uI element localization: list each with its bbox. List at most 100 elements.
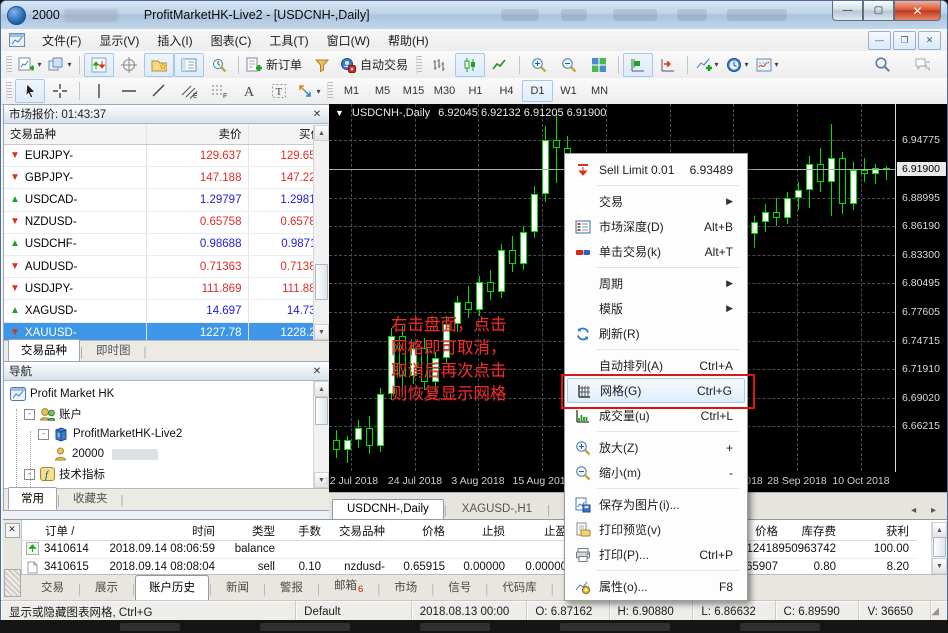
market-watch-row[interactable]: ▼NZDUSD-0.657580.65780 <box>4 212 329 234</box>
tree-expander-icon[interactable]: - <box>24 409 35 420</box>
timeframe-h4[interactable]: H4 <box>491 80 522 102</box>
tree-item-20000[interactable]: 20000 <box>4 444 329 464</box>
vline-button[interactable] <box>84 79 114 103</box>
menu-item-1[interactable]: 文件(F) <box>33 30 90 51</box>
market-watch-scrollbar[interactable]: ▲ ▼ <box>313 125 329 340</box>
timeframe-m5[interactable]: M5 <box>367 80 398 102</box>
terminal-column-3[interactable]: 类型 <box>223 522 283 540</box>
fibonacci-button[interactable]: F <box>204 79 234 103</box>
tile-windows-button[interactable] <box>584 53 614 77</box>
context-放大-z-[interactable]: 放大(Z)+ <box>565 435 747 460</box>
toolbar-grip[interactable] <box>327 82 333 100</box>
terminal-tab-交易[interactable]: 交易 <box>27 575 78 601</box>
cursor-button[interactable] <box>15 79 45 103</box>
context-市场深度-d-[interactable]: 市场深度(D)Alt+B <box>565 214 747 239</box>
chart-tab-2[interactable]: XAGUSD-,H1 <box>447 499 547 520</box>
context-打印-p-[interactable]: 打印(P)...Ctrl+P <box>565 542 747 567</box>
terminal-column-10[interactable]: 库存费 <box>786 522 844 540</box>
timeframe-m15[interactable]: M15 <box>398 80 429 102</box>
chevron-down-icon[interactable]: ▾ <box>37 60 41 69</box>
minimize-button[interactable]: — <box>832 1 863 21</box>
menu-item-4[interactable]: 图表(C) <box>202 30 261 51</box>
close-icon[interactable]: ✕ <box>310 366 324 377</box>
context-单击交易-k-[interactable]: 单击交易(k)Alt+T <box>565 239 747 264</box>
funnel-button[interactable] <box>307 53 337 77</box>
chevron-down-icon[interactable]: ▾ <box>316 87 320 96</box>
tree-item-profitmarkethk[interactable]: Profit Market HK <box>4 384 329 404</box>
terminal-row[interactable]: 34106142018.09.14 08:06:59balance1241895… <box>21 540 917 559</box>
status-profile[interactable]: Default <box>296 601 412 622</box>
chevron-down-icon[interactable]: ▾ <box>745 60 749 69</box>
navigator-button[interactable] <box>144 53 174 77</box>
terminal-tab-市场[interactable]: 市场 <box>380 575 431 601</box>
timeframe-w1[interactable]: W1 <box>553 80 584 102</box>
search-button[interactable] <box>867 53 897 77</box>
menu-item-5[interactable]: 工具(T) <box>260 30 317 51</box>
mdi-close-button[interactable]: ✕ <box>918 31 941 50</box>
market-watch-row[interactable]: ▲USDCHF-0.986880.98711 <box>4 234 329 256</box>
mdi-restore-button[interactable]: ❐ <box>893 31 916 50</box>
terminal-scrollbar[interactable]: ▲ ▼ <box>931 522 947 574</box>
terminal-grip[interactable] <box>4 569 21 597</box>
navigator-scrollbar[interactable]: ▲ ▼ <box>313 381 329 488</box>
terminal-tab-邮箱[interactable]: 邮箱6 <box>320 573 377 601</box>
autoscroll-button[interactable] <box>623 53 653 77</box>
toolbar-grip[interactable] <box>416 56 422 74</box>
market-watch-row[interactable]: ▼USDJPY-111.869111.887 <box>4 278 329 300</box>
terminal-column-1[interactable]: 订单 / <box>21 522 111 540</box>
new-order-button[interactable]: 新订单 <box>243 53 307 77</box>
tree-item-[interactable]: -账户 <box>4 404 329 424</box>
close-button[interactable]: ✕ <box>894 1 941 21</box>
candlestick-button[interactable] <box>455 53 485 77</box>
resize-grip[interactable]: ◢ <box>931 606 939 617</box>
templates-button[interactable]: ▾ <box>752 53 782 77</box>
market-watch-row[interactable]: ▲USDCAD-1.297971.29819 <box>4 189 329 211</box>
channel-button[interactable]: E <box>174 79 204 103</box>
indicators-button[interactable]: ▾ <box>692 53 722 77</box>
scrollbar-thumb[interactable] <box>315 397 328 425</box>
terminal-column-2[interactable]: 时间 <box>111 522 223 540</box>
tree-item-profitmarkethklive2[interactable]: -ProfitMarketHK-Live2 <box>4 424 329 444</box>
terminal-row[interactable]: 34106152018.09.14 08:08:04sell0.10nzdusd… <box>21 559 917 575</box>
market-watch-button[interactable] <box>84 53 114 77</box>
menu-item-7[interactable]: 帮助(H) <box>379 30 438 51</box>
terminal-tab-代码库[interactable]: 代码库 <box>488 575 551 601</box>
new-chart-button[interactable]: ▾ <box>15 53 45 77</box>
mdi-minimize-button[interactable]: — <box>868 31 891 50</box>
chart-tab-scroll-icons[interactable]: ◂ ▸ <box>903 505 948 520</box>
timeframe-m30[interactable]: M30 <box>429 80 460 102</box>
context-周期[interactable]: 周期▶ <box>565 271 747 296</box>
menu-item-6[interactable]: 窗口(W) <box>318 30 379 51</box>
close-icon[interactable]: ✕ <box>310 109 324 120</box>
navigator-tab-1[interactable]: 常用 <box>8 487 57 510</box>
scroll-up-icon[interactable]: ▲ <box>314 381 329 397</box>
periods-button[interactable]: ▾ <box>722 53 752 77</box>
tree-expander-icon[interactable]: - <box>38 429 49 440</box>
chat-button[interactable] <box>907 53 937 77</box>
scrollbar-thumb[interactable] <box>315 264 328 300</box>
arrows-button[interactable]: ▾ <box>294 79 324 103</box>
menu-item-3[interactable]: 插入(I) <box>148 30 201 51</box>
crosshair-button[interactable] <box>45 79 75 103</box>
chart-tab-1[interactable]: USDCNH-,Daily <box>332 499 444 520</box>
profiles-button[interactable]: ▾ <box>45 53 75 77</box>
timeframe-d1[interactable]: D1 <box>522 80 553 102</box>
text-button[interactable]: A <box>234 79 264 103</box>
context-保存为图片-i-[interactable]: 保存为图片(i)... <box>565 492 747 517</box>
terminal-column-11[interactable]: 获利 <box>844 522 917 540</box>
maximize-button[interactable]: ▢ <box>863 1 894 21</box>
timeframe-h1[interactable]: H1 <box>460 80 491 102</box>
autotrading-button[interactable]: 自动交易 <box>337 53 413 77</box>
context-属性-o-[interactable]: 属性(o)...F8 <box>565 574 747 599</box>
market-watch-row[interactable]: ▼EURJPY-129.637129.659 <box>4 145 329 167</box>
zoom-out-button[interactable] <box>554 53 584 77</box>
standard-grip[interactable] <box>6 56 12 74</box>
scroll-up-icon[interactable]: ▲ <box>314 125 329 141</box>
terminal-tab-账户历史[interactable]: 账户历史 <box>135 575 209 601</box>
bar-chart-button[interactable] <box>425 53 455 77</box>
terminal-tab-展示[interactable]: 展示 <box>81 575 132 601</box>
terminal-column-4[interactable]: 手数 <box>283 522 329 540</box>
tree-item-[interactable]: -f技术指标 <box>4 464 329 484</box>
chevron-down-icon[interactable]: ▾ <box>715 60 719 69</box>
scrollbar-thumb[interactable] <box>933 537 946 557</box>
